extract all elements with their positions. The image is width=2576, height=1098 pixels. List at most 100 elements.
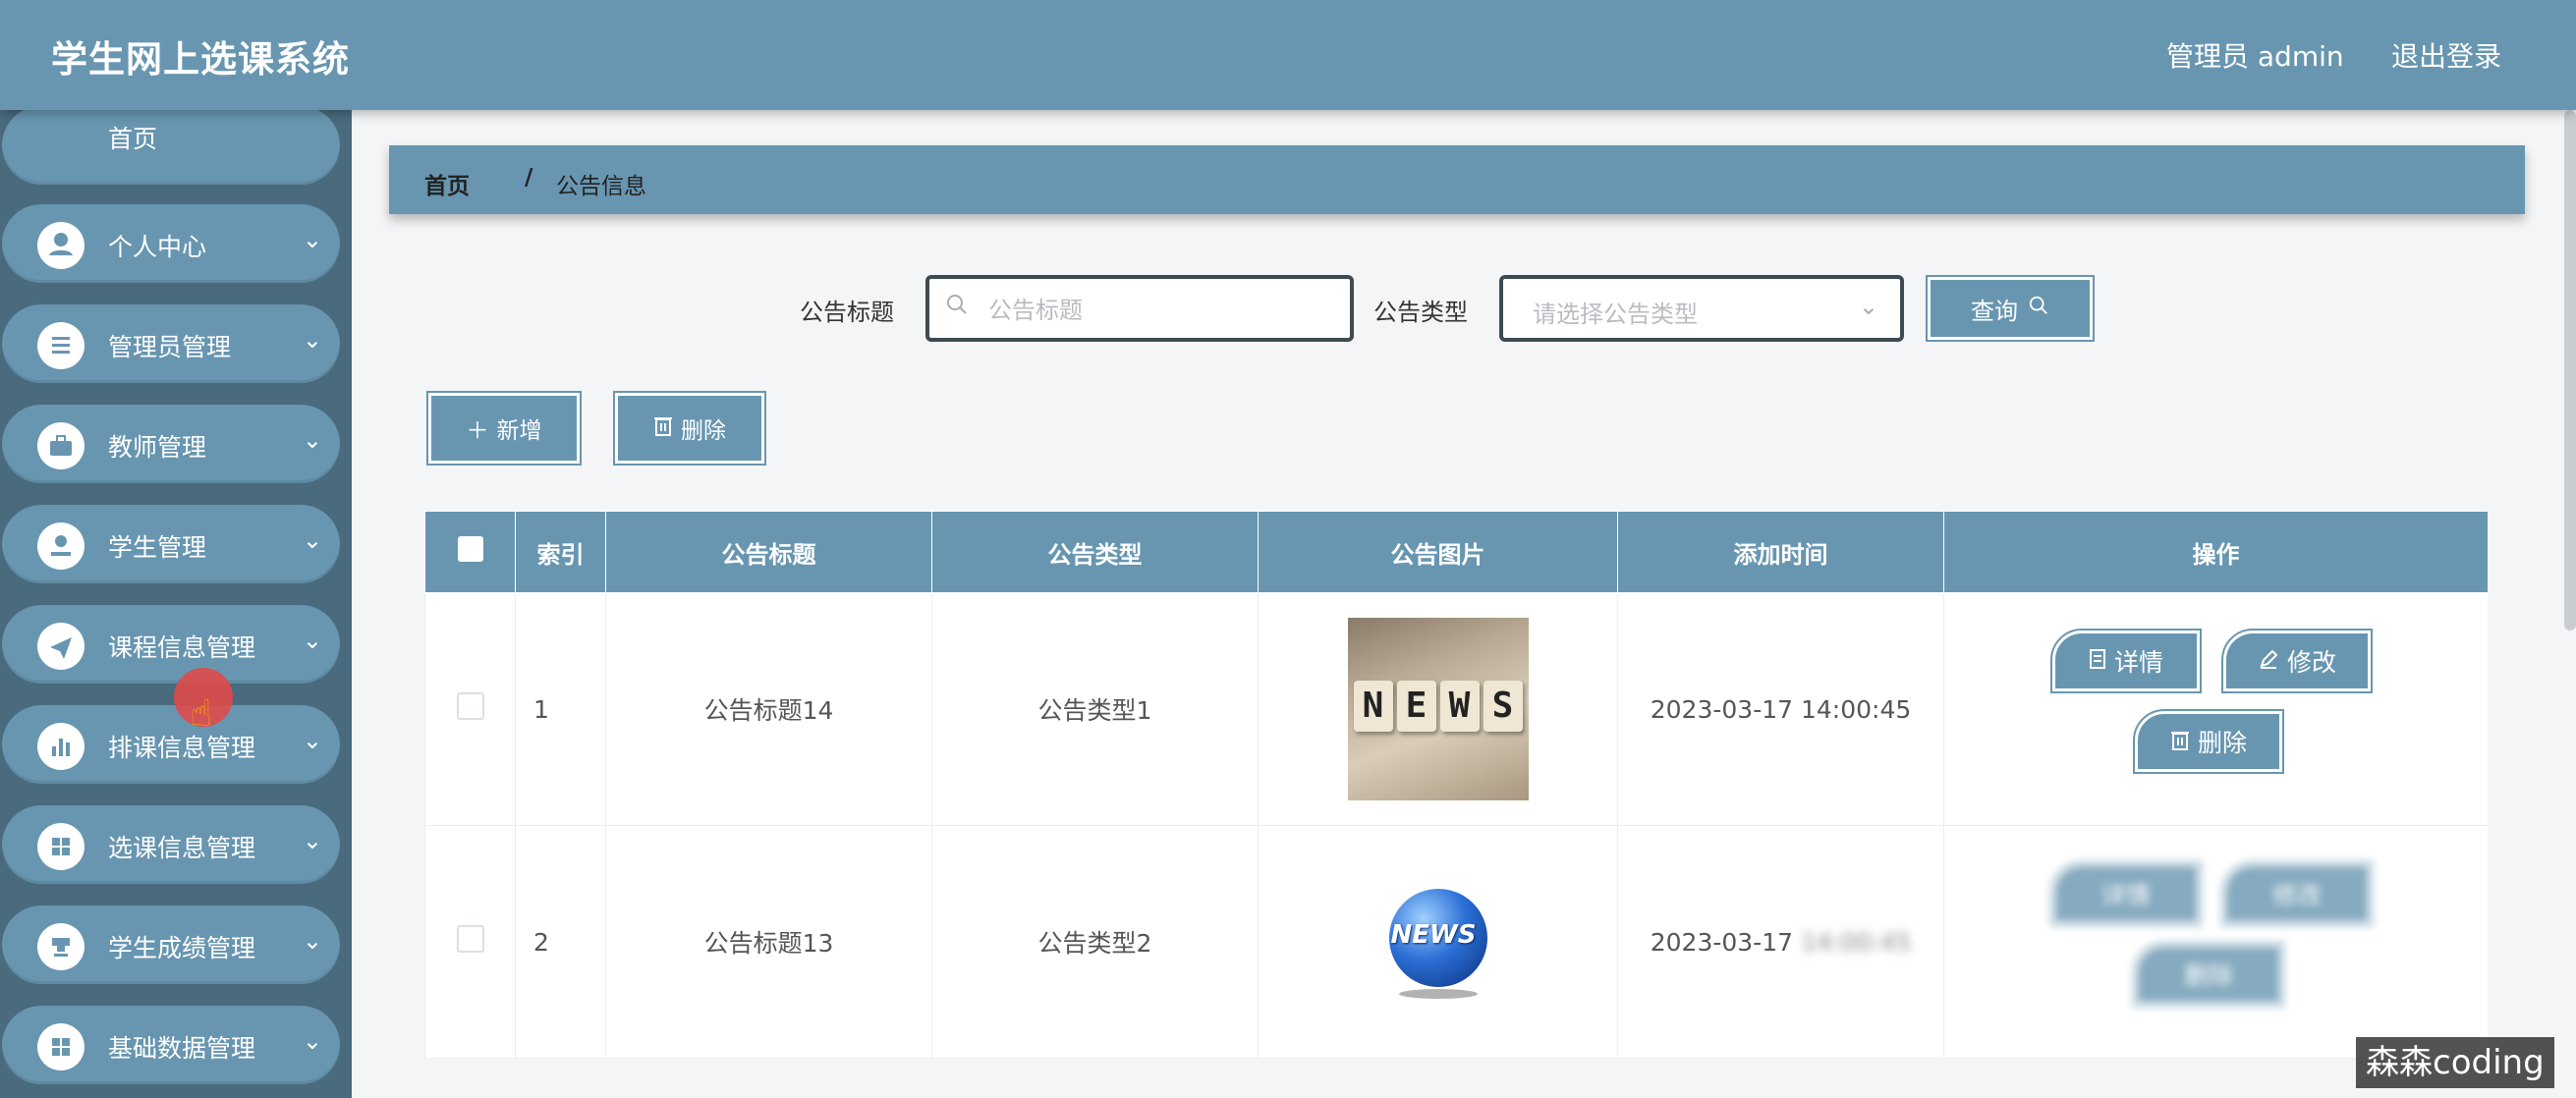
breadcrumb-separator: / [525, 165, 533, 191]
search-icon [945, 293, 969, 323]
logout-link[interactable]: 退出登录 [2391, 35, 2501, 75]
sidebar-item-selection-management[interactable]: 选课信息管理 ⌄ [2, 805, 340, 884]
chevron-down-icon: ⌄ [302, 927, 322, 955]
row-delete-button[interactable]: 删除 [2133, 709, 2284, 774]
chevron-down-icon: ⌄ [302, 727, 322, 754]
news-dice-image: NEWS [1347, 618, 1529, 800]
row-time: 2023-03-17 14:00:45 [1617, 592, 1944, 826]
pencil-icon [2258, 647, 2279, 676]
sidebar-item-basic-data-management[interactable]: 基础数据管理 ⌄ [2, 1006, 340, 1084]
main-content: 首页 / 公告信息 公告标题 公告类型 请选择公告类型 ⌄ 查询 ＋ 新增 [352, 110, 2576, 1098]
news-image-letters: NEWS [1353, 681, 1523, 732]
grid-icon [37, 823, 84, 870]
chevron-down-icon: ⌄ [302, 827, 322, 854]
select-all-checkbox[interactable] [457, 536, 483, 562]
sidebar-item-home[interactable]: 首页 [2, 110, 340, 185]
delete-button-label: 删除 [681, 418, 726, 444]
edit-button-label: 修改 [2271, 881, 2322, 909]
column-header: 操作 [1943, 511, 2488, 593]
chevron-down-icon: ⌄ [302, 226, 322, 253]
row-image-cell: NEWS [1258, 825, 1618, 1059]
app-title: 学生网上选课系统 [51, 38, 350, 81]
sidebar-item-label: 学生成绩管理 [108, 934, 256, 962]
breadcrumb-current: 公告信息 [556, 174, 646, 199]
row-delete-button-label: 删除 [2183, 961, 2233, 990]
column-header: 公告图片 [1258, 511, 1618, 593]
briefcase-icon [37, 422, 84, 469]
column-header: 索引 [515, 511, 606, 593]
detail-button-label: 详情 [2113, 648, 2163, 677]
globe-shadow [1398, 989, 1478, 999]
chevron-down-icon: ⌄ [302, 627, 322, 654]
breadcrumb-home[interactable]: 首页 [424, 167, 470, 200]
sidebar-item-label: 教师管理 [108, 433, 207, 462]
sidebar-item-course-management[interactable]: 课程信息管理 ⌄ [2, 605, 340, 684]
row-index: 2 [515, 825, 606, 1059]
row-operations: 详情 修改 删除 [1943, 825, 2488, 1059]
sidebar-item-label: 个人中心 [108, 233, 207, 261]
row-time-cell: 2023-03-17 14:00:45 [1617, 825, 1944, 1059]
list-icon [37, 322, 84, 369]
column-header: 公告标题 [605, 511, 932, 593]
chevron-down-icon: ⌄ [302, 1027, 322, 1055]
sidebar-item-label: 课程信息管理 [108, 633, 256, 662]
sidebar-item-label: 排课信息管理 [108, 734, 256, 762]
table-row: 1 公告标题14 公告类型1 NEWS 2023-03-17 14:00:45 [424, 592, 2488, 826]
row-checkbox[interactable] [456, 692, 484, 720]
batch-delete-button[interactable]: 删除 [613, 391, 766, 466]
title-search-field[interactable] [925, 275, 1354, 342]
news-globe-image: NEWS [1379, 883, 1497, 1001]
sidebar-item-label: 选课信息管理 [108, 834, 256, 862]
hand-cursor-icon: ☝ [190, 691, 213, 735]
title-search-input[interactable] [986, 293, 1344, 328]
detail-button[interactable]: 详情 [2050, 629, 2202, 693]
chevron-down-icon: ⌄ [302, 326, 322, 354]
row-title: 公告标题14 [605, 592, 932, 826]
add-button[interactable]: ＋ 新增 [426, 391, 582, 466]
sidebar-item-label: 管理员管理 [108, 333, 232, 361]
edit-button-label: 修改 [2286, 648, 2336, 677]
type-select-placeholder: 请选择公告类型 [1533, 301, 1698, 328]
row-operations: 详情 修改 删除 [1943, 592, 2488, 826]
row-type: 公告类型2 [931, 825, 1259, 1059]
add-button-label: 新增 [496, 418, 542, 444]
sidebar-item-label: 基础数据管理 [108, 1034, 256, 1063]
student-icon [37, 522, 84, 570]
type-filter-label: 公告类型 [1373, 299, 1468, 326]
page-scrollbar[interactable] [2564, 110, 2576, 631]
sidebar-item-schedule-management[interactable]: 排课信息管理 ⌄ [2, 705, 340, 784]
document-icon [2089, 647, 2106, 676]
row-checkbox[interactable] [456, 925, 484, 953]
breadcrumb: 首页 / 公告信息 [389, 145, 2525, 214]
detail-button[interactable]: 详情 [2050, 861, 2202, 926]
edit-button[interactable]: 修改 [2221, 861, 2373, 926]
edit-button[interactable]: 修改 [2221, 629, 2373, 693]
sidebar-item-student-management[interactable]: 学生管理 ⌄ [2, 505, 340, 583]
sidebar-item-personal-center[interactable]: 个人中心 ⌄ [2, 204, 340, 283]
search-icon [2028, 295, 2049, 322]
sidebar-item-teacher-management[interactable]: 教师管理 ⌄ [2, 405, 340, 483]
globe-image-text: NEWS [1390, 920, 1477, 950]
title-filter-label: 公告标题 [800, 299, 894, 326]
chevron-down-icon: ⌄ [302, 426, 322, 454]
watermark: 森森coding [2356, 1037, 2554, 1088]
sidebar-item-grades-management[interactable]: 学生成绩管理 ⌄ [2, 906, 340, 984]
send-icon [37, 623, 84, 670]
trash-icon [653, 414, 673, 442]
row-delete-button[interactable]: 删除 [2133, 942, 2284, 1007]
chevron-down-icon: ⌄ [302, 526, 322, 554]
sidebar: 首页 个人中心 ⌄ 管理员管理 ⌄ 教师管理 ⌄ 学生管理 ⌄ 课程信息管理 ⌄ [0, 110, 352, 1098]
column-header: 公告类型 [931, 511, 1259, 593]
table-header-row: 索引 公告标题 公告类型 公告图片 添加时间 操作 [424, 511, 2488, 593]
type-select[interactable]: 请选择公告类型 ⌄ [1499, 275, 1904, 342]
row-title: 公告标题13 [605, 825, 932, 1059]
column-header: 添加时间 [1617, 511, 1944, 593]
row-select-cell [424, 592, 516, 826]
grid-icon [37, 1023, 84, 1071]
query-button[interactable]: 查询 [1926, 275, 2095, 342]
row-time: 2023-03-17 [1650, 927, 1794, 957]
top-header: 学生网上选课系统 管理员 admin 退出登录 [0, 0, 2576, 110]
sidebar-item-label: 学生管理 [108, 533, 207, 562]
row-delete-button-label: 删除 [2197, 729, 2247, 757]
sidebar-item-admin-management[interactable]: 管理员管理 ⌄ [2, 304, 340, 383]
